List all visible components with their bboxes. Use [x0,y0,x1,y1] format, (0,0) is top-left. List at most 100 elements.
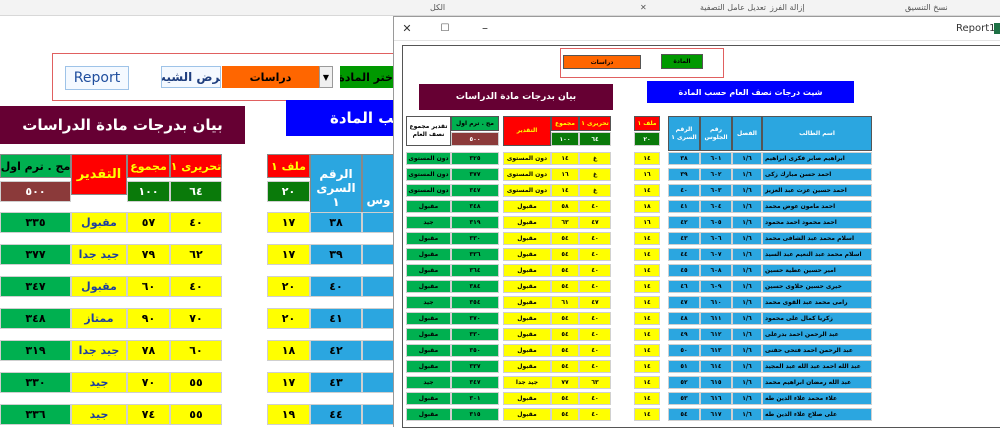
cell-cumulative[interactable]: ٣٣٥ [0,212,71,233]
cell-total[interactable]: ٦٠ [127,276,170,297]
report-header-cum-grade: تقدير مجموع نصف العام [406,116,451,146]
cell-grade[interactable]: جيد [71,404,127,425]
cell-total[interactable]: ٩٠ [127,308,170,329]
report-cell-total: ٥٤ [551,408,579,421]
cell-written1[interactable]: ٥٥ [170,404,222,425]
report-cell-file1: ١٤ [634,280,660,293]
cell-grade[interactable]: جيد جدا [71,244,127,265]
report-cell-written1: ٤٠ [579,264,611,277]
cell-seat[interactable]: ٣٨ [310,212,362,233]
subject-select[interactable]: دراسات [222,66,319,88]
report-cell-written1: ٤٠ [579,200,611,213]
report-cell-name: عبد الله رمضان ابراهيم محمد [762,376,872,389]
report-subject-value: دراسات [563,55,641,69]
cell-file1[interactable]: ١٩ [267,404,310,425]
report-cell-name: على صلاح علاء الدين طه [762,408,872,421]
cell-total[interactable]: ٧٩ [127,244,170,265]
report-cell-seat: ٤٧ [668,296,700,309]
cell-cumulative[interactable]: ٣٤٧ [0,276,71,297]
report-cell-class: ١/٦ [732,344,762,357]
cell-written1[interactable]: ٥٥ [170,372,222,393]
cell-total[interactable]: ٧٤ [127,404,170,425]
report-cell-name: امير حسين عطية حسين [762,264,872,277]
max-file1: ٢٠ [267,181,310,202]
cell-total[interactable]: ٥٧ [127,212,170,233]
cell-seat-partial[interactable] [362,212,395,233]
cell-written1[interactable]: ٧٠ [170,308,222,329]
cell-seat-partial[interactable] [362,308,395,329]
cell-cumulative[interactable]: ٣٧٧ [0,244,71,265]
header-total: مجموع [127,154,170,178]
report-cell-total: ١٤ [551,152,579,165]
cell-cumulative[interactable]: ٣٣٦ [0,404,71,425]
report-cell-file1: ١٤ [634,344,660,357]
chevron-down-icon[interactable]: ▼ [319,66,333,88]
report-cell-written1: ٦٣ [579,376,611,389]
cell-total[interactable]: ٧٨ [127,340,170,361]
cell-file1[interactable]: ١٧ [267,372,310,393]
cell-cumulative[interactable]: ٣٤٨ [0,308,71,329]
ribbon-item-filter-label[interactable]: الكل [430,3,445,12]
report-cell-written1: ٤٠ [579,232,611,245]
report-cell-seat: ٤٣ [668,232,700,245]
cell-seat[interactable]: ٤٣ [310,372,362,393]
cell-file1[interactable]: ١٧ [267,212,310,233]
cell-written1[interactable]: ٤٠ [170,276,222,297]
report-cell-name: خيرى حسين خلاوى حسين [762,280,872,293]
ribbon-close-icon[interactable]: ✕ [640,3,647,12]
report-cell-written1: غ [579,168,611,181]
cell-seat[interactable]: ٤٢ [310,340,362,361]
maximize-icon[interactable]: ☐ [438,21,452,35]
report-cell-grade: مقبول [503,408,551,421]
close-icon[interactable]: ✕ [400,21,414,35]
report-cell-seat: ٣٩ [668,168,700,181]
cell-grade[interactable]: ممتاز [71,308,127,329]
cell-cumulative[interactable]: ٣١٩ [0,340,71,361]
report-cell-sitting: ٦٠٣ [700,184,732,197]
banner-title: بيان بدرجات مادة الدراسات [0,106,245,144]
report-cell-cum-grade: مقبول [406,344,451,357]
cell-file1[interactable]: ٢٠ [267,308,310,329]
cell-grade[interactable]: مقبول [71,212,127,233]
cell-written1[interactable]: ٦٢ [170,244,222,265]
report-cell-class: ١/٦ [732,184,762,197]
ribbon-item-edit-filter[interactable]: تعديل عامل التصفية [700,3,766,12]
cell-file1[interactable]: ٢٠ [267,276,310,297]
cell-seat[interactable]: ٣٩ [310,244,362,265]
report-cell-total: ٥٤ [551,360,579,373]
cell-seat-partial[interactable] [362,276,395,297]
report-cell-written1: ٤٠ [579,248,611,261]
cell-seat-partial[interactable] [362,404,395,425]
cell-seat-partial[interactable] [362,340,395,361]
report-header-seat: الرقم السرى ١ [668,116,700,151]
cell-seat[interactable]: ٤١ [310,308,362,329]
show-sheet-button[interactable]: عرض الشيت [161,66,221,88]
report-max-written1: ٦٤ [579,132,611,146]
cell-file1[interactable]: ١٧ [267,244,310,265]
ribbon-item-format-painter[interactable]: نسخ التنسيق [905,3,948,12]
cell-cumulative[interactable]: ٣٣٠ [0,372,71,393]
report-cell-seat: ٥٢ [668,376,700,389]
cell-written1[interactable]: ٤٠ [170,212,222,233]
cell-file1[interactable]: ١٨ [267,340,310,361]
cell-grade[interactable]: جيد جدا [71,340,127,361]
cell-seat[interactable]: ٤٤ [310,404,362,425]
window-title: Report1 [956,23,996,34]
report-cell-cum-grade: مقبول [406,360,451,373]
report-cell-name: عبد الله احمد عبد الله عبد المجيد [762,360,872,373]
ribbon-item-remove-sort[interactable]: إزالة الفرز [770,3,805,12]
report-header-file1: ملف ١ [634,116,660,131]
report-cell-cum-grade: مقبول [406,392,451,405]
cell-total[interactable]: ٧٠ [127,372,170,393]
minimize-icon[interactable]: – [478,21,492,35]
report-cell-class: ١/٦ [732,328,762,341]
cell-seat-partial[interactable] [362,244,395,265]
cell-seat-partial[interactable] [362,372,395,393]
cell-grade[interactable]: مقبول [71,276,127,297]
report-button[interactable]: Report [65,66,129,90]
report-cell-grade: مقبول [503,232,551,245]
report-cell-total: ٥٤ [551,344,579,357]
cell-grade[interactable]: جيد [71,372,127,393]
cell-seat[interactable]: ٤٠ [310,276,362,297]
cell-written1[interactable]: ٦٠ [170,340,222,361]
